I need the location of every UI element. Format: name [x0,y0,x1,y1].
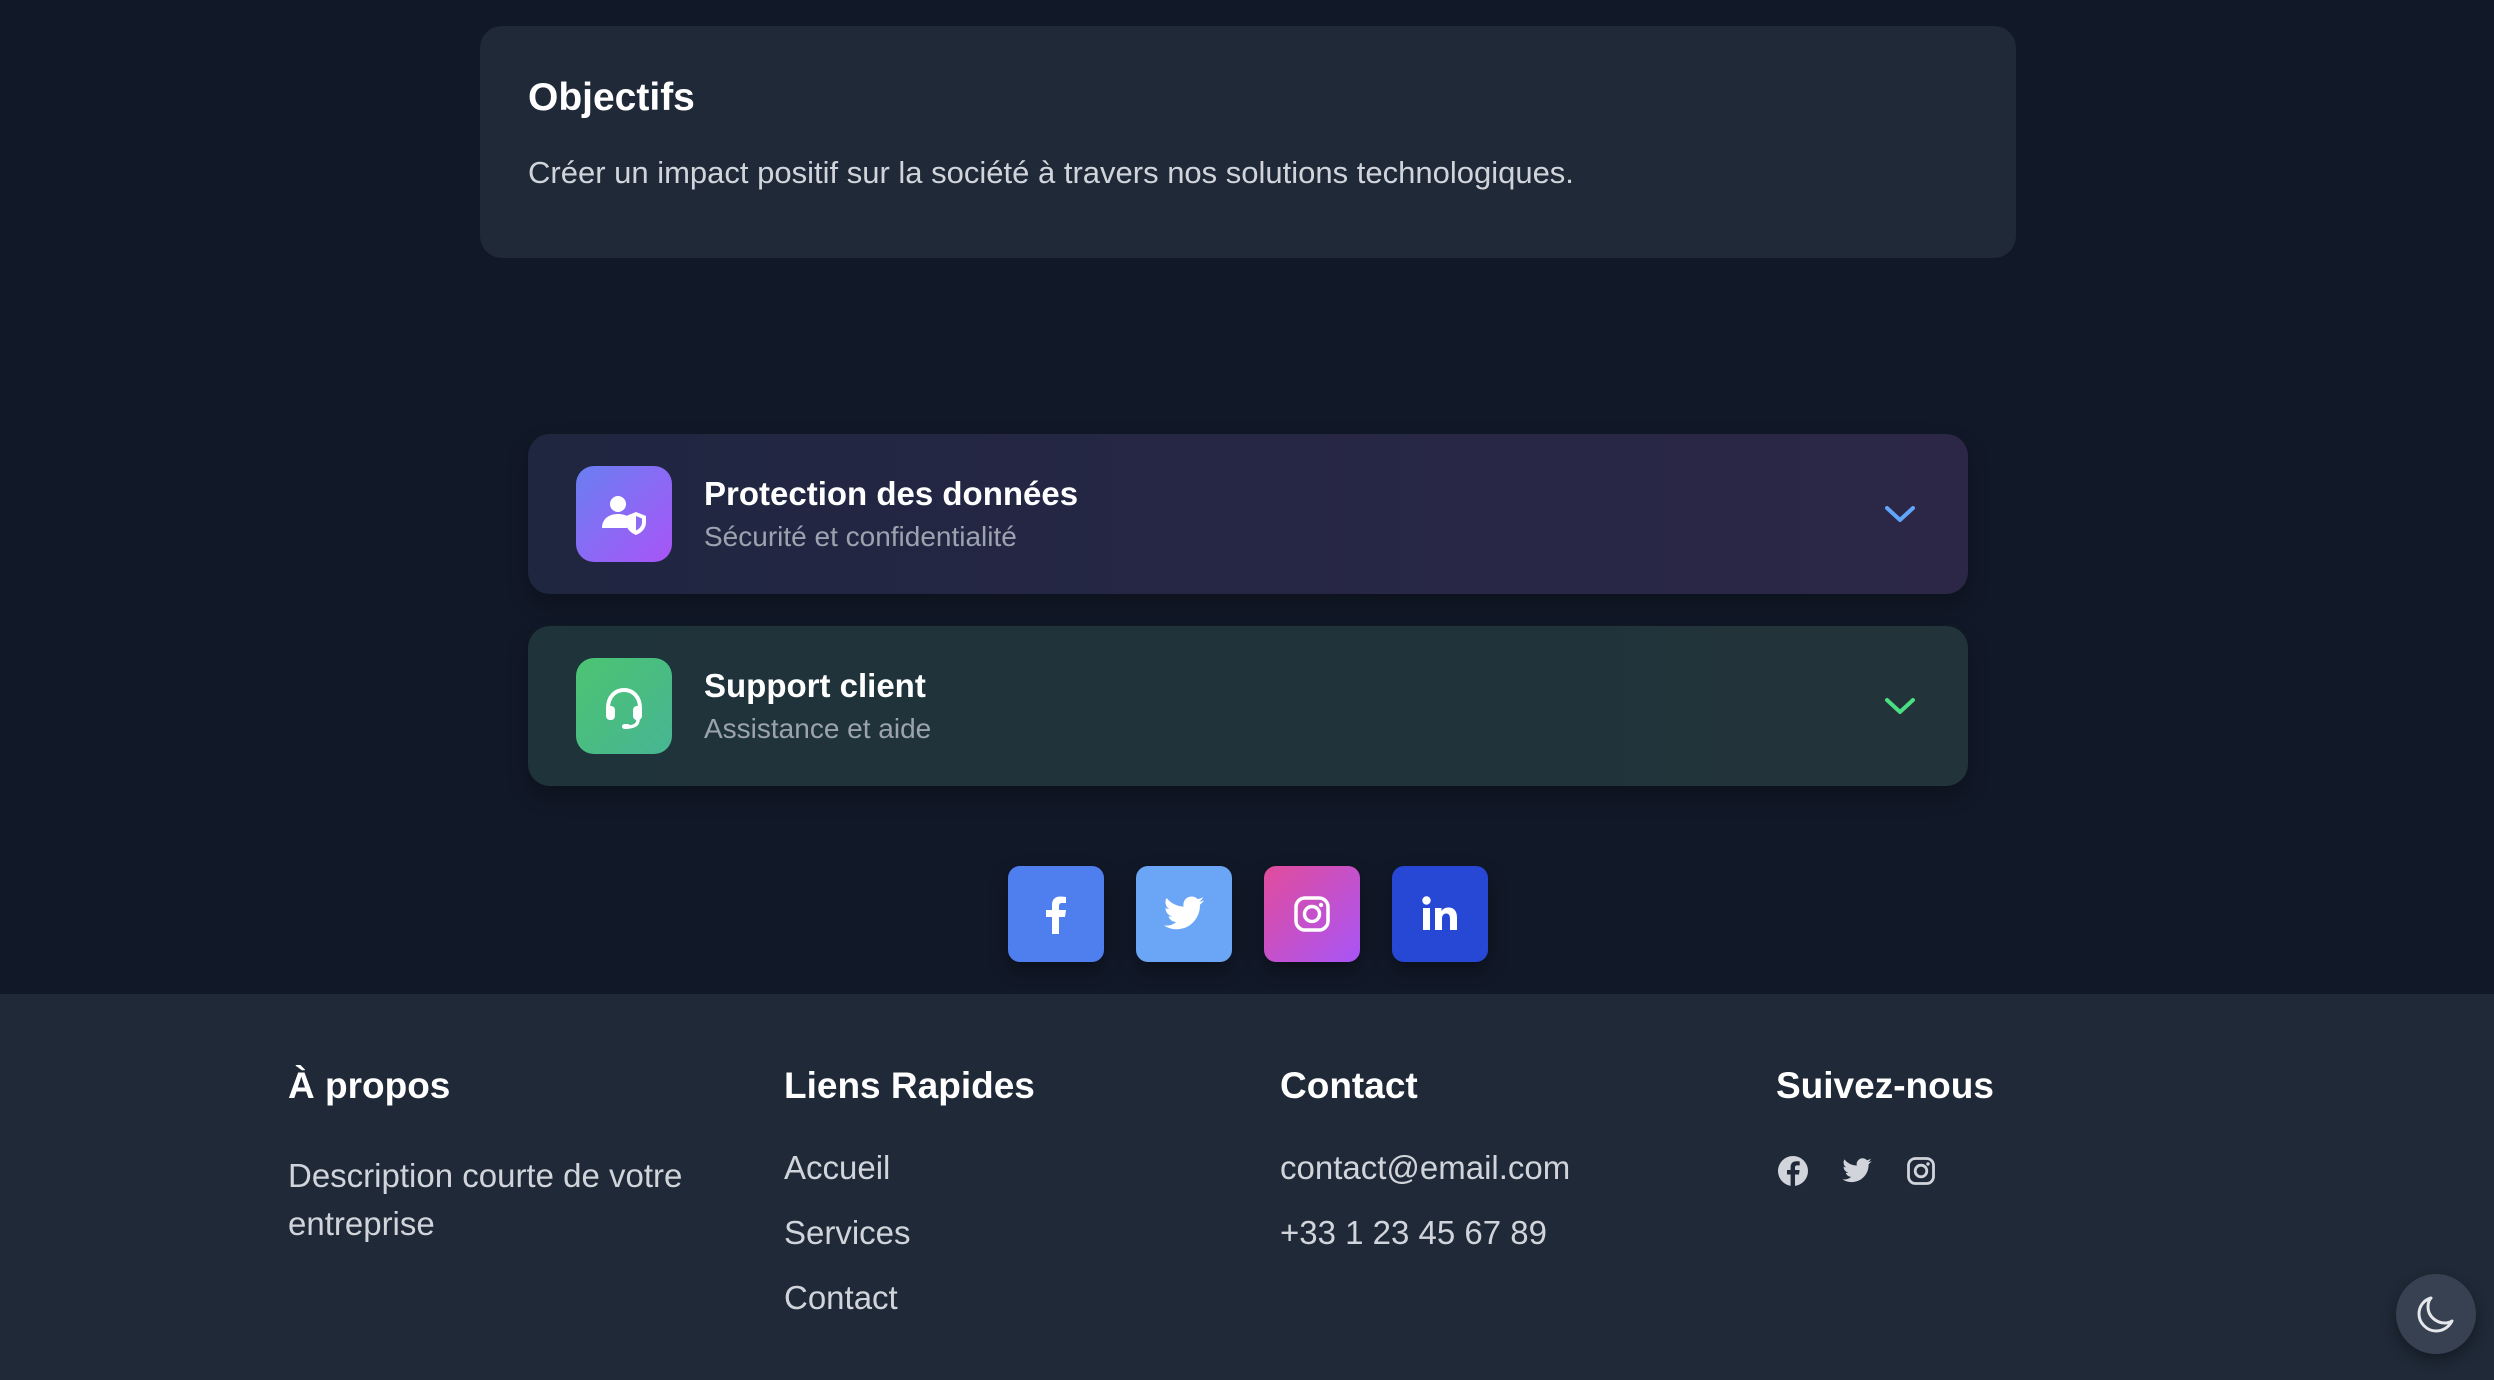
accordion-title: Protection des données [704,475,1079,513]
footer-contact: Contact contact@email.com +33 1 23 45 67… [1280,1064,1570,1278]
footer-social-icons [1776,1154,1994,1188]
headset-icon [576,658,672,754]
social-buttons [1008,866,1488,962]
facebook-button[interactable] [1008,866,1104,962]
user-shield-icon [576,466,672,562]
contact-email[interactable]: contact@email.com [1280,1148,1570,1188]
instagram-button[interactable] [1264,866,1360,962]
linkedin-icon [1422,896,1457,930]
about-description: Description courte de votre entreprise [288,1157,683,1243]
footer-link-services[interactable]: Services [784,1213,1035,1253]
footer-heading: À propos [288,1065,451,1106]
objectives-title: Objectifs [528,76,695,119]
instagram-icon [1294,896,1330,932]
accordion-subtitle: Sécurité et confidentialité [704,521,1017,552]
linkedin-button[interactable] [1392,866,1488,962]
twitter-icon [1163,896,1205,930]
accordion-title: Support client [704,667,926,705]
facebook-icon[interactable] [1776,1154,1810,1188]
instagram-icon[interactable] [1904,1154,1938,1188]
objectives-text: Créer un impact positif sur la société à… [528,155,1574,190]
chevron-down-icon[interactable] [1880,494,1920,534]
twitter-icon[interactable] [1840,1154,1874,1188]
accordion-customer-support[interactable]: Support client Assistance et aide [528,626,1968,786]
accordion-data-protection[interactable]: Protection des données Sécurité et confi… [528,434,1968,594]
accordion-subtitle: Assistance et aide [704,713,932,744]
quick-links-list: Accueil Services Contact [784,1148,1035,1317]
footer-about: À propos Description courte de votre ent… [288,1064,728,1248]
twitter-button[interactable] [1136,866,1232,962]
footer-quick-links: Liens Rapides Accueil Services Contact [784,1064,1035,1342]
contact-phone[interactable]: +33 1 23 45 67 89 [1280,1213,1570,1253]
footer-heading: Suivez-nous [1776,1065,1994,1106]
facebook-icon [1046,896,1066,934]
footer: À propos Description courte de votre ent… [0,994,2494,1380]
contact-list: contact@email.com +33 1 23 45 67 89 [1280,1148,1570,1252]
theme-toggle-button[interactable] [2396,1274,2476,1354]
footer-heading: Liens Rapides [784,1065,1035,1106]
moon-icon [2417,1296,2454,1333]
footer-heading: Contact [1280,1065,1418,1106]
page: Objectifs Créer un impact positif sur la… [0,0,2494,1380]
footer-follow: Suivez-nous [1776,1064,1994,1188]
objectives-card: Objectifs Créer un impact positif sur la… [480,26,2016,258]
footer-link-contact[interactable]: Contact [784,1278,1035,1318]
footer-link-home[interactable]: Accueil [784,1148,1035,1188]
chevron-down-icon[interactable] [1880,686,1920,726]
